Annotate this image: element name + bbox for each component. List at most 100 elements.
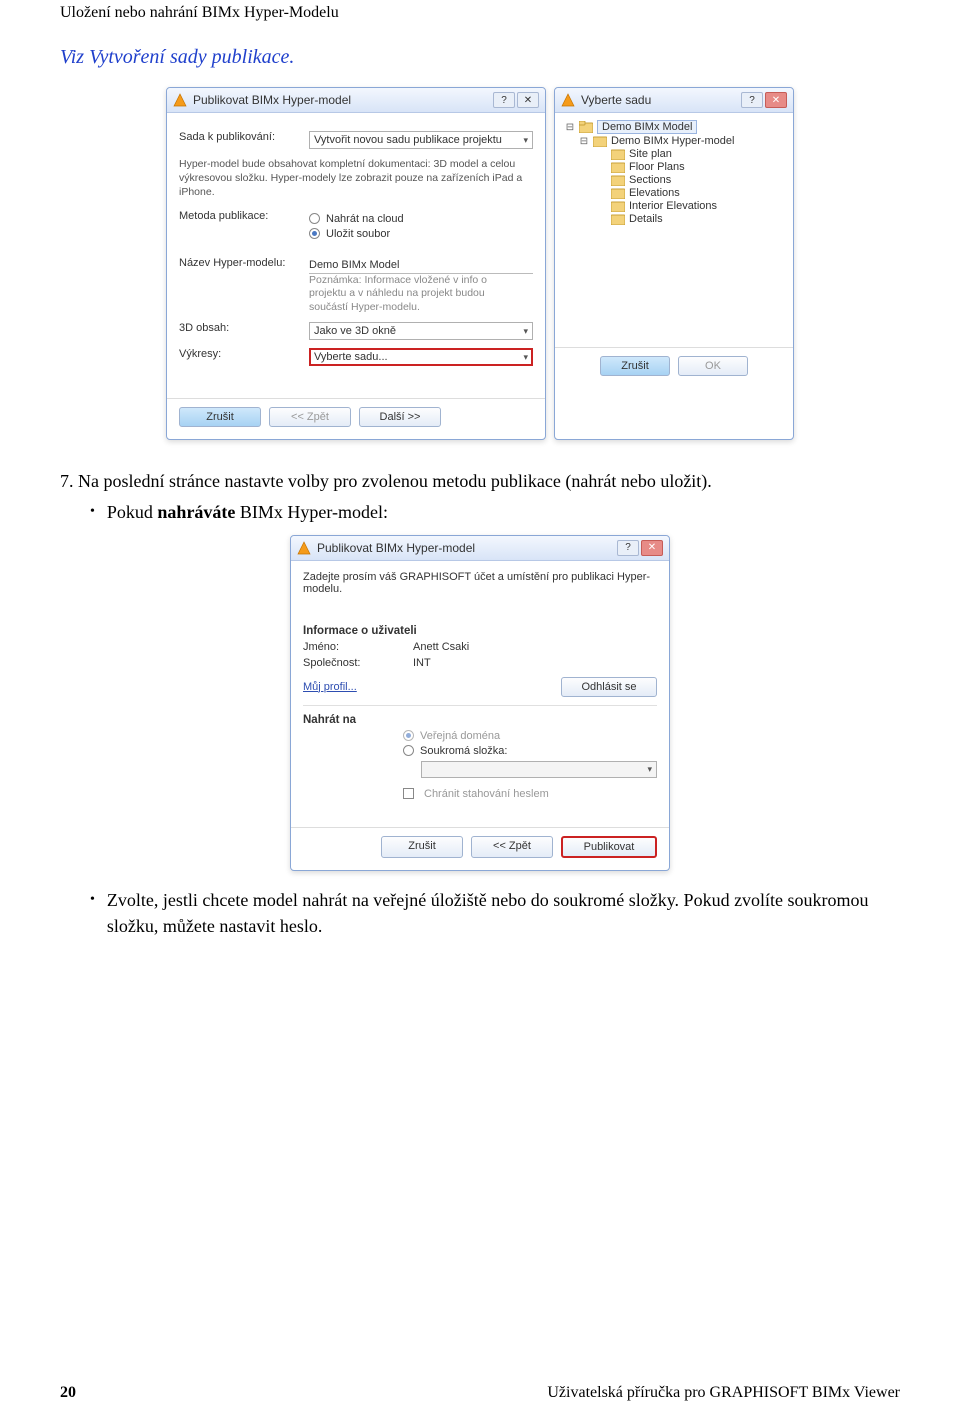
dialog3-body: Zadejte prosím váš GRAPHISOFT účet a umí…	[291, 561, 669, 813]
profile-link[interactable]: Můj profil...	[303, 681, 357, 693]
dialog1-titlebar[interactable]: Publikovat BIMx Hyper-model ? ✕	[167, 88, 545, 113]
dialog-publish-1: Publikovat BIMx Hyper-model ? ✕ Sada k p…	[166, 87, 546, 440]
radio-icon	[403, 745, 414, 756]
page-header: Uložení nebo nahrání BIMx Hyper-Modelu	[60, 0, 900, 46]
upload-opt1: Veřejná doména	[420, 730, 500, 742]
set-value: Vytvořit novou sadu publikace projektu	[314, 134, 502, 146]
dialog3-titlebar[interactable]: Publikovat BIMx Hyper-model ? ✕	[291, 536, 669, 561]
upload-opt2: Soukromá složka:	[420, 745, 507, 757]
tree-item[interactable]: Interior Elevations	[593, 200, 783, 212]
bullet-choose-location: • Zvolte, jestli chcete model nahrát na …	[90, 887, 900, 939]
username-value: Anett Csaki	[413, 641, 657, 653]
tree-item[interactable]: Floor Plans	[593, 161, 783, 173]
content3d-label: 3D obsah:	[179, 322, 299, 334]
bullet-rest: BIMx Hyper-model:	[235, 502, 388, 522]
dialog1-buttonbar: Zrušit << Zpět Další >>	[167, 398, 545, 439]
dialog1-desc: Hyper-model bude obsahovat kompletní dok…	[179, 157, 533, 200]
folder-icon	[593, 135, 607, 147]
radio-upload-cloud[interactable]: Nahrát na cloud	[309, 213, 533, 225]
dialogs-row-1: Publikovat BIMx Hyper-model ? ✕ Sada k p…	[60, 87, 900, 440]
dialog2-buttonbar: Zrušit OK	[555, 347, 793, 388]
chevron-down-icon: ▾	[523, 135, 528, 146]
intro-prefix: Viz	[60, 46, 89, 68]
chevron-down-icon: ▾	[523, 352, 528, 363]
folder-icon	[611, 161, 625, 173]
radio-icon	[309, 213, 320, 224]
help-button[interactable]: ?	[493, 92, 515, 108]
method-label: Metoda publikace:	[179, 210, 299, 222]
folder-icon	[611, 213, 625, 225]
dialog2-titlebar[interactable]: Vyberte sadu ? ✕	[555, 88, 793, 113]
cancel-button[interactable]: Zrušit	[179, 407, 261, 427]
dialog-publish-2: Publikovat BIMx Hyper-model ? ✕ Zadejte …	[290, 535, 670, 871]
radio-public[interactable]: Veřejná doména	[403, 730, 657, 742]
app-icon	[561, 93, 575, 107]
tree-item-label: Details	[629, 213, 663, 225]
username-label: Jméno:	[303, 641, 403, 653]
doc-title: Uživatelská příručka pro GRAPHISOFT BIMx…	[547, 1384, 900, 1402]
folder-icon	[611, 148, 625, 160]
collapse-icon[interactable]: ⊟	[565, 122, 575, 133]
close-button[interactable]: ✕	[765, 92, 787, 108]
dialog1-body: Sada k publikování: Vytvořit novou sadu …	[167, 113, 545, 384]
close-button[interactable]: ✕	[517, 92, 539, 108]
drawings-label: Výkresy:	[179, 348, 299, 360]
company-value: INT	[413, 657, 657, 669]
close-button[interactable]: ✕	[641, 540, 663, 556]
checkbox-icon	[403, 788, 414, 799]
bullet2-text: Zvolte, jestli chcete model nahrát na ve…	[107, 887, 900, 939]
bullet-upload: • Pokud nahráváte BIMx Hyper-model:	[90, 499, 900, 525]
set-label: Sada k publikování:	[179, 131, 299, 143]
folder-icon	[579, 121, 593, 133]
name-label: Název Hyper-modelu:	[179, 257, 299, 269]
protect-label: Chránit stahování heslem	[424, 788, 549, 800]
tree-item[interactable]: Elevations	[593, 187, 783, 199]
tree-item[interactable]: Details	[593, 213, 783, 225]
company-label: Společnost:	[303, 657, 403, 669]
tree-item-label: Sections	[629, 174, 671, 186]
user-heading: Informace o uživateli	[303, 625, 657, 637]
bullet-prefix: Pokud	[107, 502, 158, 522]
bullet-icon: •	[90, 887, 95, 939]
chevron-down-icon: ▾	[647, 764, 652, 775]
tree-item[interactable]: ⊟ Demo BIMx Hyper-model	[579, 135, 783, 147]
dialog3-buttonbar: Zrušit << Zpět Publikovat	[291, 827, 669, 870]
tree-item-label: Interior Elevations	[629, 200, 717, 212]
next-button[interactable]: Další >>	[359, 407, 441, 427]
collapse-icon[interactable]: ⊟	[579, 136, 589, 147]
tree-item[interactable]: Sections	[593, 174, 783, 186]
dialog2-title: Vyberte sadu	[581, 93, 735, 107]
dialog3-intro: Zadejte prosím váš GRAPHISOFT účet a umí…	[303, 571, 657, 595]
help-button[interactable]: ?	[741, 92, 763, 108]
radio-private[interactable]: Soukromá složka:	[403, 745, 657, 757]
step-7-text: 7. Na poslední stránce nastavte volby pr…	[60, 468, 900, 494]
tree-root-label: Demo BIMx Model	[597, 120, 697, 134]
set-select[interactable]: Vytvořit novou sadu publikace projektu ▾	[309, 131, 533, 149]
bullet-icon: •	[90, 499, 95, 525]
dialog2-body: ⊟ Demo BIMx Model ⊟ Demo BIMx Hyper-mode…	[555, 113, 793, 333]
radio-save-file[interactable]: Uložit soubor	[309, 228, 533, 240]
cancel-button[interactable]: Zrušit	[600, 356, 670, 376]
cancel-button[interactable]: Zrušit	[381, 836, 463, 858]
page-footer: 20 Uživatelská příručka pro GRAPHISOFT B…	[60, 1384, 900, 1402]
name-input[interactable]: Demo BIMx Model	[309, 257, 533, 274]
back-button[interactable]: << Zpět	[269, 407, 351, 427]
drawings-select[interactable]: Vyberte sadu... ▾	[309, 348, 533, 366]
help-button[interactable]: ?	[617, 540, 639, 556]
app-icon	[173, 93, 187, 107]
ok-button[interactable]: OK	[678, 356, 748, 376]
method-opt2: Uložit soubor	[326, 228, 390, 240]
intro-link[interactable]: Vytvoření sady publikace.	[89, 46, 294, 68]
logout-button[interactable]: Odhlásit se	[561, 677, 657, 697]
tree-root[interactable]: ⊟ Demo BIMx Model	[565, 120, 783, 134]
back-button[interactable]: << Zpět	[471, 836, 553, 858]
protect-checkbox-row[interactable]: Chránit stahování heslem	[403, 788, 657, 800]
publish-button[interactable]: Publikovat	[561, 836, 657, 858]
tree-item-label: Site plan	[629, 148, 672, 160]
dialog1-title: Publikovat BIMx Hyper-model	[193, 93, 487, 107]
tree-item-label: Floor Plans	[629, 161, 685, 173]
content3d-select[interactable]: Jako ve 3D okně ▾	[309, 322, 533, 340]
radio-icon	[309, 228, 320, 239]
private-folder-select[interactable]: ▾	[421, 761, 657, 778]
tree-item[interactable]: Site plan	[593, 148, 783, 160]
